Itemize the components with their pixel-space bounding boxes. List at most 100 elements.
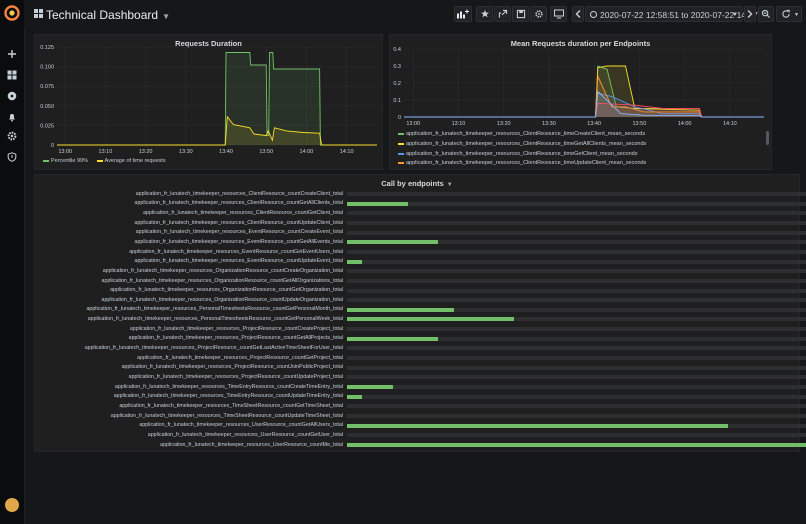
- bar-label: application_fr_lunatech_timekeeper_resou…: [135, 229, 343, 236]
- bar-gauge-row[interactable]: application_fr_lunatech_timekeeper_resou…: [35, 314, 806, 324]
- bar-gauge-row[interactable]: application_fr_lunatech_timekeeper_resou…: [35, 199, 806, 209]
- y-tick-label: 0.100: [40, 65, 54, 71]
- bar-gauge-row[interactable]: application_fr_lunatech_timekeeper_resou…: [35, 440, 806, 450]
- bar-gauge-row[interactable]: application_fr_lunatech_timekeeper_resou…: [35, 276, 806, 286]
- user-avatar[interactable]: [5, 498, 19, 512]
- grafana-logo-icon[interactable]: [4, 5, 20, 21]
- time-range-picker[interactable]: 2020-07-22 12:58:51 to 2020-07-22 14:17:…: [585, 6, 770, 22]
- dashboards-grid-icon[interactable]: [0, 67, 24, 83]
- bar-gauge-row[interactable]: application_fr_lunatech_timekeeper_resou…: [35, 401, 806, 411]
- bar-track: [347, 336, 806, 341]
- bar-gauge-row[interactable]: application_fr_lunatech_timekeeper_resou…: [35, 353, 806, 363]
- mean-duration-panel[interactable]: Mean Requests duration per Endpoints 0 0.…: [389, 34, 772, 170]
- bar-track: [347, 365, 806, 370]
- zoom-out-button[interactable]: [758, 6, 774, 22]
- series-line[interactable]: [404, 90, 764, 118]
- tv-mode-button[interactable]: [550, 6, 567, 22]
- x-tick-label: 13:30: [542, 121, 556, 127]
- x-tick-label: 13:00: [58, 149, 72, 155]
- bar-gauge-row[interactable]: application_fr_lunatech_timekeeper_resou…: [35, 237, 806, 247]
- bar-track: [347, 240, 806, 245]
- bar-gauge-row[interactable]: application_fr_lunatech_timekeeper_resou…: [35, 286, 806, 296]
- bar-gauge-row[interactable]: application_fr_lunatech_timekeeper_resou…: [35, 382, 806, 392]
- bar-gauge-row[interactable]: application_fr_lunatech_timekeeper_resou…: [35, 392, 806, 402]
- configuration-gear-icon[interactable]: [0, 128, 24, 144]
- bar-gauge-row[interactable]: application_fr_lunatech_timekeeper_resou…: [35, 324, 806, 334]
- add-panel-icon: [457, 9, 469, 19]
- explore-compass-icon[interactable]: [0, 88, 24, 104]
- time-shift-forward-button[interactable]: [744, 6, 756, 22]
- bar-gauge-row[interactable]: application_fr_lunatech_timekeeper_resou…: [35, 266, 806, 276]
- legend-item[interactable]: application_fr_lunatech_timekeeper_resou…: [398, 131, 645, 137]
- requests-duration-legend: Percentile 99% Average of time requests: [43, 158, 166, 164]
- series-area: [404, 66, 764, 117]
- chevron-down-icon: ▼: [162, 12, 170, 21]
- legend-item[interactable]: Average of time requests: [96, 158, 166, 164]
- bar-gauge-row[interactable]: application_fr_lunatech_timekeeper_resou…: [35, 295, 806, 305]
- bar-gauge-row[interactable]: application_fr_lunatech_timekeeper_resou…: [35, 343, 806, 353]
- requests-duration-panel[interactable]: Requests Duration 0 0.025 0.050 0.075 0.100 0…: [34, 34, 383, 170]
- series-line[interactable]: [404, 76, 764, 118]
- x-tick-label: 14:10: [340, 149, 354, 155]
- bar-gauge-row[interactable]: application_fr_lunatech_timekeeper_resou…: [35, 334, 806, 344]
- legend-item[interactable]: application_fr_lunatech_timekeeper_resou…: [398, 151, 637, 157]
- bar-gauge-row[interactable]: application_fr_lunatech_timekeeper_resou…: [35, 228, 806, 238]
- time-shift-back-button[interactable]: [572, 6, 584, 22]
- plus-icon[interactable]: [0, 46, 24, 62]
- y-tick-label: 0.3: [393, 64, 401, 70]
- legend-scrollbar[interactable]: [766, 131, 769, 145]
- star-dashboard-button[interactable]: [476, 6, 493, 22]
- refresh-icon: [782, 9, 790, 18]
- bar-label: application_fr_lunatech_timekeeper_resou…: [110, 412, 343, 419]
- bar-gauge-row[interactable]: application_fr_lunatech_timekeeper_resou…: [35, 189, 806, 199]
- bar-fill: [347, 259, 363, 264]
- alerting-bell-icon[interactable]: [0, 109, 24, 125]
- panel-title[interactable]: Call by endpoints ▼: [35, 179, 799, 188]
- bar-track: [347, 288, 806, 293]
- bar-gauge-row[interactable]: application_fr_lunatech_timekeeper_resou…: [35, 363, 806, 373]
- settings-cog-icon: [534, 10, 543, 18]
- series-line[interactable]: [404, 65, 764, 118]
- legend-item[interactable]: Percentile 99%: [43, 158, 88, 164]
- bar-label: application_fr_lunatech_timekeeper_resou…: [160, 441, 343, 448]
- bar-label: application_fr_lunatech_timekeeper_resou…: [128, 374, 343, 381]
- series-line[interactable]: [57, 115, 377, 146]
- dashboard-navbar: Technical Dashboard ▼ 2020-07-22 12:58:51…: [24, 0, 806, 28]
- bar-track: [347, 201, 806, 206]
- bar-gauge-row[interactable]: application_fr_lunatech_timekeeper_resou…: [35, 411, 806, 421]
- series-line[interactable]: [404, 92, 764, 118]
- bar-gauge-row[interactable]: application_fr_lunatech_timekeeper_resou…: [35, 305, 806, 315]
- legend-item[interactable]: application_fr_lunatech_timekeeper_resou…: [398, 160, 646, 166]
- bar-gauge-row[interactable]: application_fr_lunatech_timekeeper_resou…: [35, 247, 806, 257]
- x-tick-label: 14:10: [723, 121, 737, 127]
- refresh-button[interactable]: ▼: [776, 6, 802, 22]
- legend-item[interactable]: application_fr_lunatech_timekeeper_resou…: [398, 141, 646, 147]
- share-dashboard-button[interactable]: [494, 6, 511, 22]
- chevron-down-icon: ▼: [446, 182, 453, 188]
- bar-fill: [347, 394, 363, 399]
- bar-gauge-row[interactable]: application_fr_lunatech_timekeeper_resou…: [35, 372, 806, 382]
- bar-label: application_fr_lunatech_timekeeper_resou…: [84, 345, 343, 352]
- call-by-endpoints-panel[interactable]: Call by endpoints ▼ application_fr_lunate…: [34, 174, 806, 452]
- save-icon: [516, 9, 525, 19]
- dashboard-title[interactable]: Technical Dashboard ▼: [46, 8, 170, 22]
- bar-track: [347, 278, 806, 283]
- y-tick-label: 0.2: [393, 81, 401, 87]
- mean-duration-legend: application_fr_lunatech_timekeeper_resou…: [398, 131, 758, 169]
- bar-gauge-row[interactable]: application_fr_lunatech_timekeeper_resou…: [35, 421, 806, 431]
- bar-label: application_fr_lunatech_timekeeper_resou…: [113, 393, 343, 400]
- series-area: [57, 116, 377, 145]
- x-tick-label: 14:00: [678, 121, 692, 127]
- series-line[interactable]: [404, 102, 764, 118]
- x-tick-label: 13:00: [406, 121, 420, 127]
- server-admin-shield-icon[interactable]: [0, 149, 24, 165]
- bar-gauge-row[interactable]: application_fr_lunatech_timekeeper_resou…: [35, 430, 806, 440]
- series-line[interactable]: [404, 65, 764, 118]
- save-dashboard-button[interactable]: [512, 6, 529, 22]
- bar-gauge-row[interactable]: application_fr_lunatech_timekeeper_resou…: [35, 257, 806, 267]
- bar-gauge-row[interactable]: application_fr_lunatech_timekeeper_resou…: [35, 218, 806, 228]
- bar-gauge-row[interactable]: application_fr_lunatech_timekeeper_resou…: [35, 208, 806, 218]
- add-panel-button[interactable]: [454, 6, 472, 22]
- bar-label: application_fr_lunatech_timekeeper_resou…: [119, 402, 343, 409]
- dashboard-settings-button[interactable]: [530, 6, 547, 22]
